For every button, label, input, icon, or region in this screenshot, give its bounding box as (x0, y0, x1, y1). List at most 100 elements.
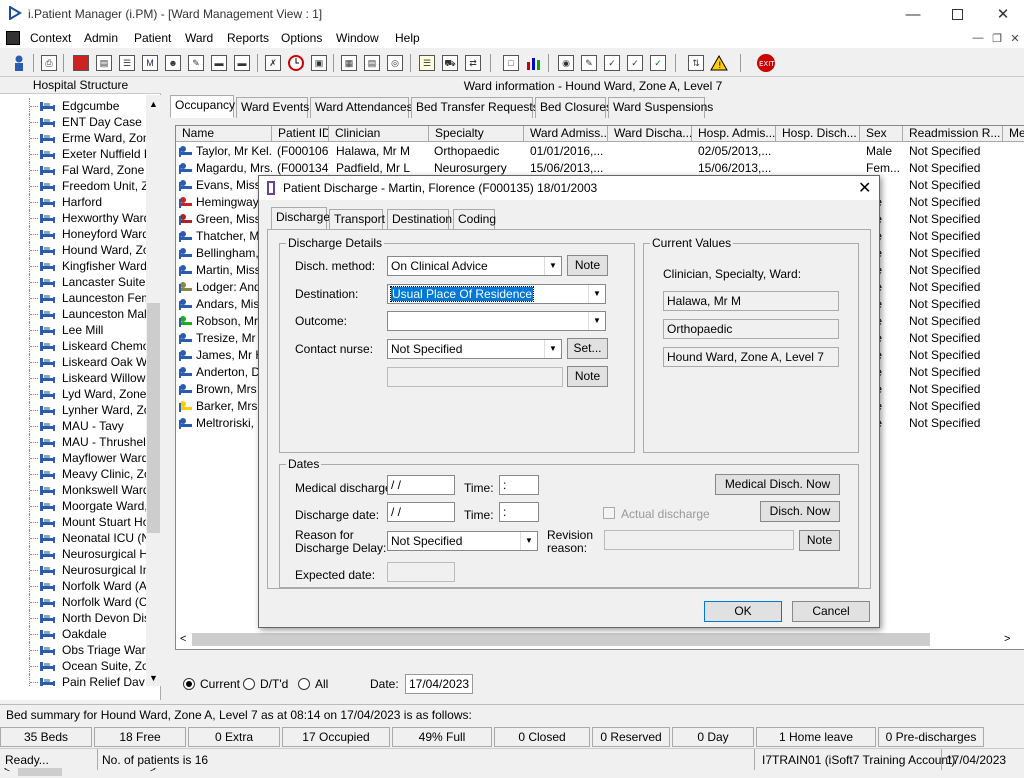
table-row[interactable]: Taylor, Mr Kel... (F000106) Halawa, Mr M Or… (176, 143, 1024, 160)
tree-item[interactable]: Lancaster Suite, Z (0, 274, 146, 290)
disch-method-select[interactable]: On Clinical Advice ▼ (387, 256, 562, 276)
tree-item[interactable]: Honeyford Ward, (0, 226, 146, 242)
tree-item[interactable]: Liskeard Chemo D (0, 338, 146, 354)
tree-item[interactable]: Oakdale (0, 626, 146, 642)
exit-button[interactable]: EXIT (755, 52, 777, 74)
menu-admin[interactable]: Admin (84, 31, 118, 45)
patient-search-button[interactable] (8, 52, 30, 74)
column-header-ward-discharge[interactable]: Ward Discha... (608, 126, 692, 142)
tool-15-button[interactable]: ◎ (384, 52, 406, 74)
dialog-tab-destination[interactable]: Destination (387, 209, 452, 229)
menu-help[interactable]: Help (395, 31, 420, 45)
dropdown-arrow-icon[interactable]: ▼ (544, 340, 561, 358)
menu-options[interactable]: Options (281, 31, 322, 45)
disch-now-button[interactable]: Disch. Now (760, 501, 840, 522)
menu-reports[interactable]: Reports (227, 31, 269, 45)
tool-13-button[interactable]: ▦ (338, 52, 360, 74)
column-header-readmission[interactable]: Readmission R... (903, 126, 1003, 142)
tool-17-button[interactable]: ⛟ (439, 52, 461, 74)
tree-item[interactable]: Launceston Male (0, 306, 146, 322)
tab-ward-attendances[interactable]: Ward Attendances (310, 97, 413, 118)
contact-nurse-note-button[interactable]: Note (567, 366, 608, 387)
column-header-hosp-discharge[interactable]: Hosp. Disch... (776, 126, 860, 142)
menu-context[interactable]: Context (30, 31, 71, 45)
tool-7-button[interactable]: ✎ (185, 52, 207, 74)
dropdown-arrow-icon[interactable]: ▼ (588, 312, 605, 330)
dropdown-arrow-icon[interactable]: ▼ (544, 257, 561, 275)
revision-reason-input[interactable] (604, 530, 794, 550)
tool-warning-button[interactable]: ! (708, 52, 730, 74)
tree-item[interactable]: Ocean Suite, Zor (0, 658, 146, 674)
tree-item[interactable]: Mount Stuart Hos (0, 514, 146, 530)
tool-21-button[interactable]: ◉ (555, 52, 577, 74)
hospital-tree[interactable]: Edgcumbe ENT Day Case U Erme Ward, Zone Exe… (0, 95, 146, 686)
radio-dtd[interactable] (243, 678, 255, 690)
tool-26-button[interactable]: ⇅ (685, 52, 707, 74)
column-header-sex[interactable]: Sex (860, 126, 903, 142)
radio-dtd-label[interactable]: D/T'd (260, 677, 288, 691)
tree-item[interactable]: Neurosurgical Inte (0, 562, 146, 578)
actual-discharge-checkbox[interactable] (603, 507, 615, 519)
discharge-date-input[interactable]: / / (387, 502, 455, 522)
tree-item[interactable]: MAU - Tavy (0, 418, 146, 434)
column-header-clinician[interactable]: Clinician (329, 126, 429, 142)
dialog-close-icon[interactable]: ✕ (858, 178, 871, 198)
tab-ward-suspensions[interactable]: Ward Suspensions (608, 97, 713, 118)
tool-18-button[interactable]: ⇄ (462, 52, 484, 74)
tree-item[interactable]: Moorgate Ward, Z (0, 498, 146, 514)
tree-item[interactable]: Liskeard Willow V (0, 370, 146, 386)
discharge-time-input[interactable]: : (499, 502, 539, 522)
column-header-patient-id[interactable]: Patient ID (272, 126, 329, 142)
tree-scroll-thumb[interactable] (147, 303, 160, 533)
radio-current-label[interactable]: Current (200, 677, 240, 691)
tree-item[interactable]: Neurosurgical Hig (0, 546, 146, 562)
contact-nurse-select[interactable]: Not Specified ▼ (387, 339, 562, 359)
menu-patient[interactable]: Patient (134, 31, 171, 45)
tool-12-button[interactable]: ▣ (308, 52, 330, 74)
scroll-down-icon[interactable]: ▼ (149, 673, 158, 683)
menu-ward[interactable]: Ward (185, 31, 213, 45)
tree-item[interactable]: Fal Ward, Zone E (0, 162, 146, 178)
tree-item[interactable]: Mayflower Ward, (0, 450, 146, 466)
menu-window[interactable]: Window (336, 31, 379, 45)
mdi-system-icon[interactable] (6, 31, 20, 45)
tab-bed-transfer-requests[interactable]: Bed Transfer Requests (411, 97, 539, 118)
tool-25-button[interactable]: ✓ (647, 52, 669, 74)
tree-item[interactable]: Hexworthy Ward, (0, 210, 146, 226)
dialog-tab-coding[interactable]: Coding (453, 209, 496, 229)
grid-scroll-left-icon[interactable]: < (180, 633, 186, 645)
discharge-delay-reason-select[interactable]: Not Specified ▼ (387, 531, 538, 551)
tool-8-button[interactable]: ▬ (208, 52, 230, 74)
tool-19-button[interactable]: □ (500, 52, 522, 74)
expected-date-input[interactable] (387, 562, 455, 582)
tree-item[interactable]: Obs Triage Ward (0, 642, 146, 658)
contact-nurse-note-field[interactable] (387, 367, 563, 387)
column-header-specialty[interactable]: Specialty (429, 126, 524, 142)
tool-printer-button[interactable]: ⎙ (38, 52, 60, 74)
tab-occupancy[interactable]: Occupancy (170, 95, 235, 118)
tree-item[interactable]: Lynher Ward, Zor (0, 402, 146, 418)
tree-item[interactable]: Meavy Clinic, Zor (0, 466, 146, 482)
date-input[interactable]: 17/04/2023 (405, 674, 473, 694)
radio-all-label[interactable]: All (315, 677, 328, 691)
tool-3-button[interactable]: ▤ (93, 52, 115, 74)
tree-item[interactable]: MAU - Thrushel (0, 434, 146, 450)
medical-time-input[interactable]: : (499, 475, 539, 495)
radio-all[interactable] (298, 678, 310, 690)
disch-method-note-button[interactable]: Note (567, 255, 608, 276)
tool-2-button[interactable] (70, 52, 92, 74)
tool-clock-button[interactable] (285, 52, 307, 74)
medical-discharge-date-input[interactable]: / / (387, 475, 455, 495)
tool-16-button[interactable]: ☰ (416, 52, 438, 74)
medical-disch-now-button[interactable]: Medical Disch. Now (715, 474, 840, 495)
tree-item[interactable]: Lyd Ward, Zone I (0, 386, 146, 402)
tool-20-button[interactable] (523, 52, 545, 74)
dropdown-arrow-icon[interactable]: ▼ (520, 532, 537, 550)
tool-10-button[interactable]: ✗ (262, 52, 284, 74)
mdi-close-icon[interactable]: ✕ (1007, 30, 1023, 46)
tree-item[interactable]: Monkswell Ward, (0, 482, 146, 498)
tree-item[interactable]: Norfolk Ward (Ad (0, 578, 146, 594)
tool-4-button[interactable]: ☰ (116, 52, 138, 74)
tree-item[interactable]: Kingfisher Ward (0, 258, 146, 274)
scroll-up-icon[interactable]: ▲ (149, 99, 158, 109)
